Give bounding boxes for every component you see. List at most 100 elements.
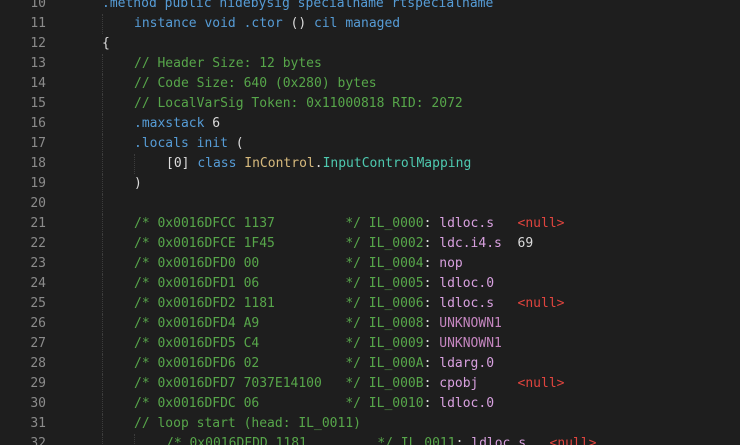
code-line[interactable]: 20 [0,194,740,214]
code-token: ldloc.0 [439,276,495,291]
code-token: .locals init [134,136,236,151]
code-token: <null> [517,296,565,311]
code-token: /* 0x0016DFD0 00 */ IL_0004 [134,256,424,271]
code-text: /* 0x0016DFD0 00 */ IL_0004: nop [134,254,463,274]
code-token: [0] [166,156,198,171]
code-token: : [455,436,472,445]
code-line[interactable]: 15 // LocalVarSig Token: 0x11000818 RID: … [0,94,740,114]
code-text: instance void .ctor () cil managed [134,14,400,34]
code-token: : [423,296,440,311]
indent-guide [102,94,103,114]
indent-guide [102,354,103,374]
indent-guide [102,234,103,254]
code-token: ldarg.0 [439,356,495,371]
code-line[interactable]: 17 .locals init ( [0,134,740,154]
indent-guide [102,114,103,134]
code-token: : [423,256,440,271]
code-token: : [423,236,440,251]
line-number: 19 [30,176,46,191]
indent-guide [102,74,103,94]
line-number: 29 [30,376,46,391]
code-text: /* 0x0016DFDD 1181 */ IL_0011: ldloc.s <… [166,434,597,445]
code-text: // LocalVarSig Token: 0x11000818 RID: 20… [134,94,463,114]
code-token: : [423,396,440,411]
code-line[interactable]: 14 // Code Size: 640 (0x280) bytes [0,74,740,94]
code-token: // Code Size: 640 (0x280) bytes [134,76,377,91]
code-token: . [314,156,323,171]
code-line[interactable]: 10 .method public hidebysig specialname r… [0,0,740,14]
code-token: 6 [212,116,221,131]
code-token: UNKNOWN1 [439,316,502,331]
code-token: : [423,316,440,331]
indent-guide [102,194,103,214]
code-line[interactable]: 19) [0,174,740,194]
code-line[interactable]: 26 /* 0x0016DFD4 A9 */ IL_0008: UNKNOWN1 [0,314,740,334]
code-line[interactable]: 30 /* 0x0016DFDC 06 */ IL_0010: ldloc.0 [0,394,740,414]
indent-guide [102,214,103,234]
code-text: /* 0x0016DFD1 06 */ IL_0005: ldloc.0 [134,274,494,294]
code-line[interactable]: 31 // loop start (head: IL_0011) [0,414,740,434]
line-number: 25 [30,296,46,311]
code-area[interactable]: 10 .method public hidebysig specialname r… [0,0,740,445]
code-token: ldloc.0 [439,396,495,411]
code-text: /* 0x0016DFD2 1181 */ IL_0006: ldloc.s <… [134,294,565,314]
code-line[interactable]: 23 /* 0x0016DFD0 00 */ IL_0004: nop [0,254,740,274]
code-token: /* 0x0016DFD2 1181 */ IL_0006 [134,296,424,311]
code-line[interactable]: 12 { [0,34,740,54]
code-line[interactable]: 11 instance void .ctor () cil managed [0,14,740,34]
code-line[interactable]: 22 /* 0x0016DFCE 1F45 */ IL_0002: ldc.i4.… [0,234,740,254]
code-token: /* 0x0016DFDC 06 */ IL_0010 [134,396,424,411]
indent-guide [102,154,103,174]
code-line[interactable]: 21 /* 0x0016DFCC 1137 */ IL_0000: ldloc.s… [0,214,740,234]
line-number: 20 [30,196,46,211]
code-token: instance void .ctor [134,16,291,31]
code-token: <null> [517,216,565,231]
code-text: // Header Size: 12 bytes [134,54,322,74]
code-text: // loop start (head: IL_0011) [134,414,361,434]
indent-guide [102,174,103,194]
code-line[interactable]: 24 /* 0x0016DFD1 06 */ IL_0005: ldloc.0 [0,274,740,294]
code-text: /* 0x0016DFCC 1137 */ IL_0000: ldloc.s <… [134,214,565,234]
code-line[interactable]: 28 /* 0x0016DFD6 02 */ IL_000A: ldarg.0 [0,354,740,374]
code-text: /* 0x0016DFD5 C4 */ IL_0009: UNKNOWN1 [134,334,502,354]
code-editor[interactable]: 10 .method public hidebysig specialname r… [0,0,740,445]
code-line[interactable]: 25 /* 0x0016DFD2 1181 */ IL_0006: ldloc.s… [0,294,740,314]
indent-guide [102,374,103,394]
line-number: 23 [30,256,46,271]
code-text: /* 0x0016DFCE 1F45 */ IL_0002: ldc.i4.s … [134,234,533,254]
code-text: /* 0x0016DFDC 06 */ IL_0010: ldloc.0 [134,394,494,414]
code-line[interactable]: 27 /* 0x0016DFD5 C4 */ IL_0009: UNKNOWN1 [0,334,740,354]
code-token: /* 0x0016DFCE 1F45 */ IL_0002 [134,236,424,251]
code-token: /* 0x0016DFD6 02 */ IL_000A [134,356,424,371]
indent-guide [102,254,103,274]
line-number: 32 [30,436,46,445]
line-number: 14 [30,76,46,91]
code-token: InputControlMapping [322,156,472,171]
code-text: [0] class InControl.InputControlMapping [166,154,471,174]
code-text: /* 0x0016DFD4 A9 */ IL_0008: UNKNOWN1 [134,314,502,334]
code-token: 69 [517,236,534,251]
indent-guide [102,14,103,34]
code-line[interactable]: 16 .maxstack 6 [0,114,740,134]
indent-guide [102,394,103,414]
code-token: ( [235,136,244,151]
indent-guide [102,54,103,74]
code-text: .maxstack 6 [134,114,220,134]
line-number: 28 [30,356,46,371]
code-token: : [423,276,440,291]
code-line[interactable]: 18 [0] class InControl.InputControlMappin… [0,154,740,174]
indent-guide [102,314,103,334]
code-token: ldloc.s [439,296,495,311]
code-text: /* 0x0016DFD7 7037E14100 */ IL_000B: cpo… [134,374,565,394]
code-token: : [423,216,440,231]
code-line[interactable]: 13 // Header Size: 12 bytes [0,54,740,74]
code-line[interactable]: 29 /* 0x0016DFD7 7037E14100 */ IL_000B: c… [0,374,740,394]
code-line[interactable]: 32 /* 0x0016DFDD 1181 */ IL_0011: ldloc.s… [0,434,740,445]
code-token: // loop start (head: IL_0011) [134,416,361,431]
code-token: { [102,36,110,51]
indent-guide [134,154,135,174]
